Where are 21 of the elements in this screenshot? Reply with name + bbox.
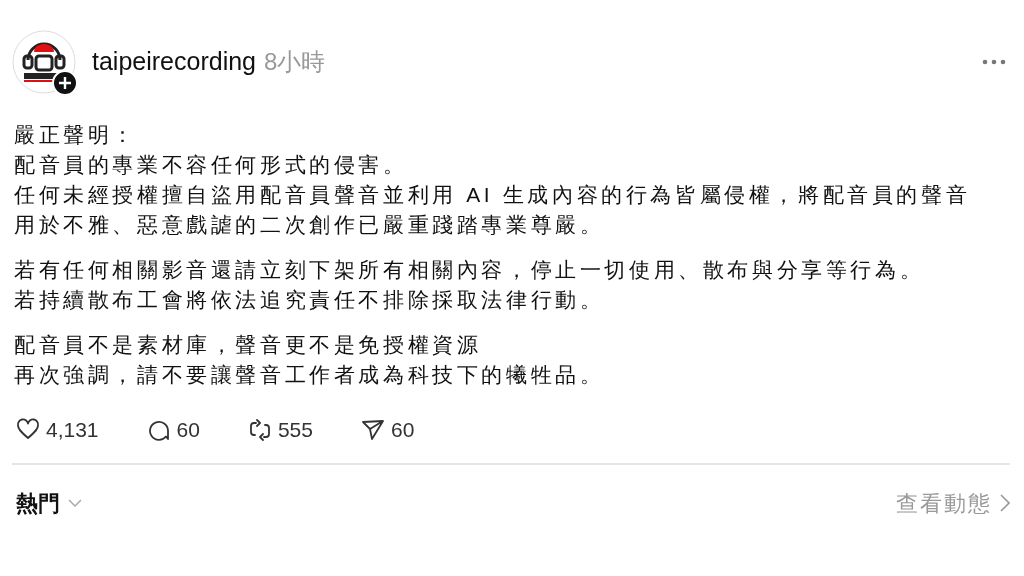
- username[interactable]: taipeirecording: [92, 43, 256, 81]
- action-count: 555: [277, 417, 313, 443]
- sort-dropdown[interactable]: 熱門: [16, 486, 82, 520]
- post-time: 8小時: [264, 47, 326, 77]
- send-icon[interactable]: [360, 417, 385, 442]
- post-text-line: 若持續散布工會將依法追究責任不排除採取法律行動。: [14, 287, 605, 313]
- post-text-line: 用於不雅、惡意戲謔的二次創作已嚴重踐踏專業尊嚴。: [14, 212, 605, 238]
- post-text-line: 配音員的專業不容任何形式的侵害。: [14, 152, 408, 178]
- post-text-line: 任何未經授權擅自盜用配音員聲音並利用 AI 生成內容的行為皆屬侵權，將配音員的聲音: [14, 182, 971, 208]
- plus-icon[interactable]: [52, 70, 78, 96]
- chevron-right-icon[interactable]: [1000, 494, 1010, 512]
- action-count: 60: [176, 417, 200, 443]
- action-count: 4,131: [46, 417, 99, 443]
- post-text-line: 若有任何相關影音還請立刻下架所有相關內容，停止一切使用、散布與分享等行為。: [14, 257, 925, 283]
- action-count: 60: [390, 417, 415, 443]
- post-text-line: 再次強調，請不要讓聲音工作者成為科技下的犧牲品。: [14, 362, 605, 388]
- heart-icon[interactable]: [16, 417, 40, 442]
- post-text-line: 配音員不是素材庫，聲音更不是免授權資源: [14, 332, 482, 358]
- repost-icon[interactable]: [247, 417, 272, 442]
- more-icon[interactable]: [982, 59, 1006, 65]
- post-text-line: 嚴正聲明：: [14, 122, 137, 148]
